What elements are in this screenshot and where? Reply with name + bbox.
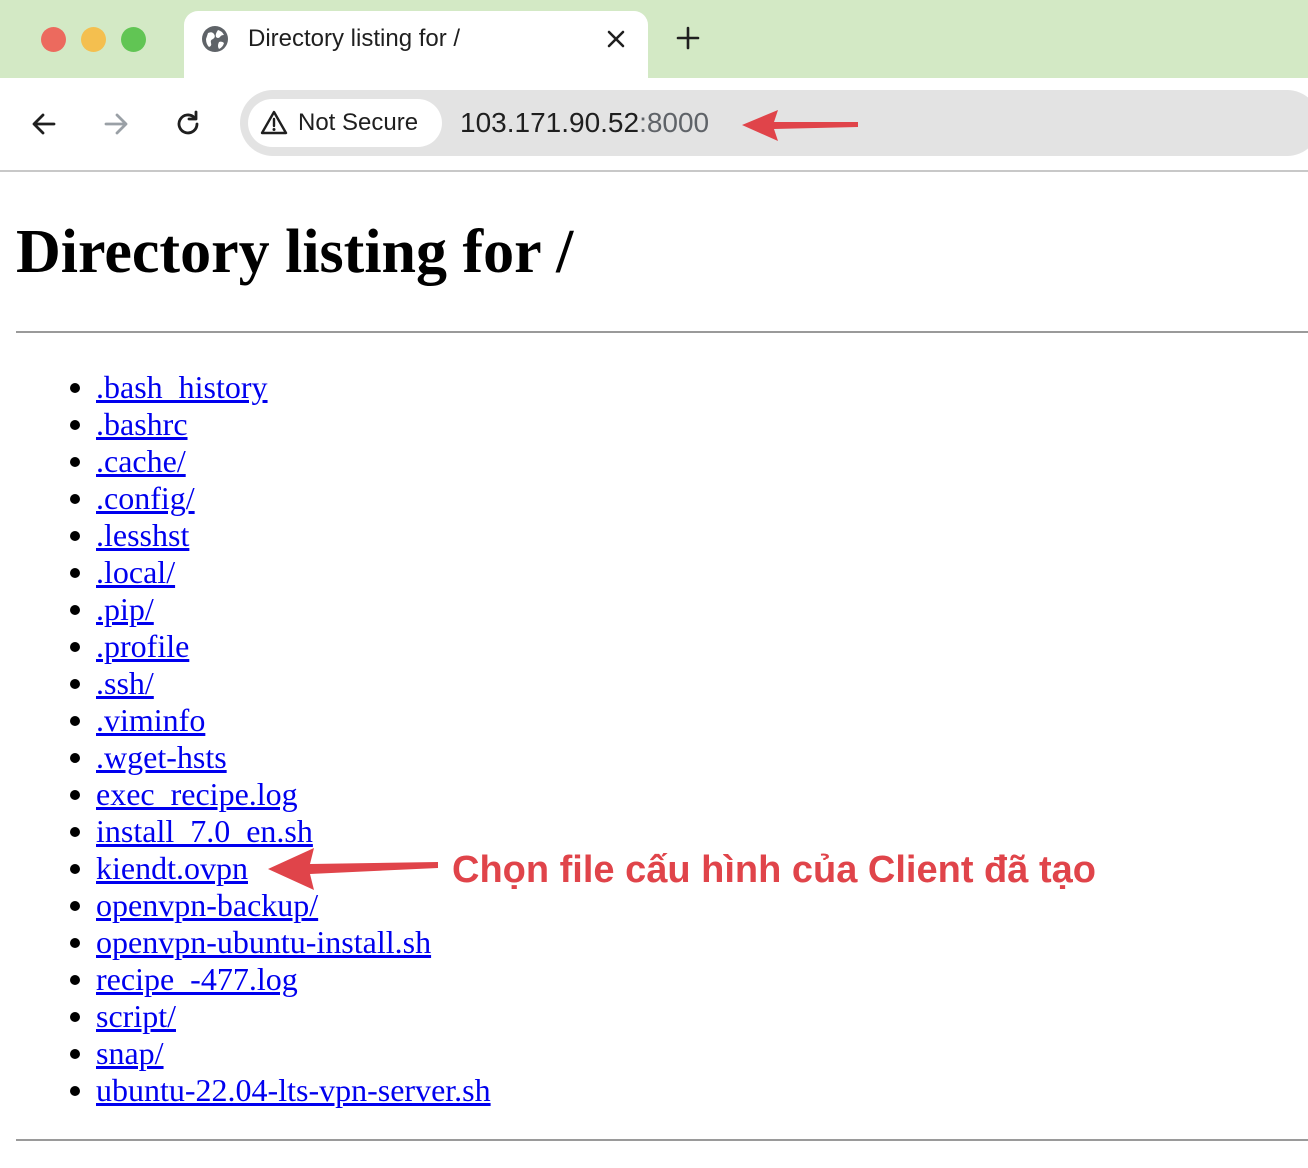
bullet-icon [70, 753, 80, 763]
file-link[interactable]: install_7.0_en.sh [96, 812, 313, 850]
annotation-arrow-icon [742, 110, 858, 141]
file-link[interactable]: .wget-hsts [96, 738, 227, 776]
back-arrow-icon[interactable] [28, 108, 60, 140]
bullet-icon [70, 531, 80, 541]
active-tab[interactable]: Directory listing for / [184, 11, 648, 78]
page-title: Directory listing for / [16, 218, 574, 286]
file-link[interactable]: ubuntu-22.04-lts-vpn-server.sh [96, 1071, 491, 1109]
divider [16, 331, 1308, 333]
bullet-icon [70, 1049, 80, 1059]
bullet-icon [70, 457, 80, 467]
toolbar: Not Secure 103.171.90.52:8000 [0, 78, 1308, 172]
file-link[interactable]: .pip/ [96, 590, 154, 628]
file-link[interactable]: .cache/ [96, 442, 186, 480]
file-link[interactable]: .config/ [96, 479, 195, 517]
bullet-icon [70, 1012, 80, 1022]
file-link[interactable]: kiendt.ovpn [96, 849, 248, 887]
new-tab-icon[interactable] [674, 24, 702, 52]
file-link[interactable]: recipe_-477.log [96, 960, 298, 998]
file-link[interactable]: .bashrc [96, 405, 188, 443]
bullet-icon [70, 790, 80, 800]
url-port: :8000 [639, 107, 710, 138]
tab-strip: Directory listing for / [0, 0, 1308, 78]
bullet-icon [70, 605, 80, 615]
minimize-window-button[interactable] [81, 27, 106, 52]
reload-icon[interactable] [172, 108, 204, 140]
warning-triangle-icon [260, 110, 288, 135]
bullet-icon [70, 938, 80, 948]
file-link[interactable]: .profile [96, 627, 189, 665]
zoom-window-button[interactable] [121, 27, 146, 52]
tab-title: Directory listing for / [248, 25, 461, 52]
url-host: 103.171.90.52 [460, 107, 640, 138]
bullet-icon [70, 420, 80, 430]
bullet-icon [70, 383, 80, 393]
file-link[interactable]: exec_recipe.log [96, 775, 298, 813]
file-link[interactable]: .bash_history [96, 368, 268, 406]
bullet-icon [70, 642, 80, 652]
bullet-icon [70, 901, 80, 911]
close-window-button[interactable] [41, 27, 66, 52]
file-link[interactable]: .ssh/ [96, 664, 154, 702]
file-link[interactable]: .lesshst [96, 516, 189, 554]
bullet-icon [70, 494, 80, 504]
close-tab-icon[interactable] [602, 25, 630, 53]
globe-icon [202, 26, 228, 52]
security-indicator[interactable]: Not Secure [248, 99, 442, 147]
bullet-icon [70, 568, 80, 578]
bullet-icon [70, 1086, 80, 1096]
divider [16, 1139, 1308, 1141]
bullet-icon [70, 975, 80, 985]
file-link[interactable]: .viminfo [96, 701, 205, 739]
file-link[interactable]: openvpn-ubuntu-install.sh [96, 923, 431, 961]
security-label: Not Secure [298, 109, 419, 136]
bullet-icon [70, 827, 80, 837]
annotation-text: Chọn file cấu hình của Client đã tạo [452, 849, 1096, 891]
bullet-icon [70, 716, 80, 726]
file-link[interactable]: .local/ [96, 553, 175, 591]
bullet-icon [70, 679, 80, 689]
file-link[interactable]: snap/ [96, 1034, 164, 1072]
url-text[interactable]: 103.171.90.52:8000 [460, 107, 709, 139]
file-link[interactable]: script/ [96, 997, 176, 1035]
bullet-icon [70, 864, 80, 874]
annotation-arrow-icon [268, 848, 438, 890]
forward-arrow-icon[interactable] [100, 108, 132, 140]
